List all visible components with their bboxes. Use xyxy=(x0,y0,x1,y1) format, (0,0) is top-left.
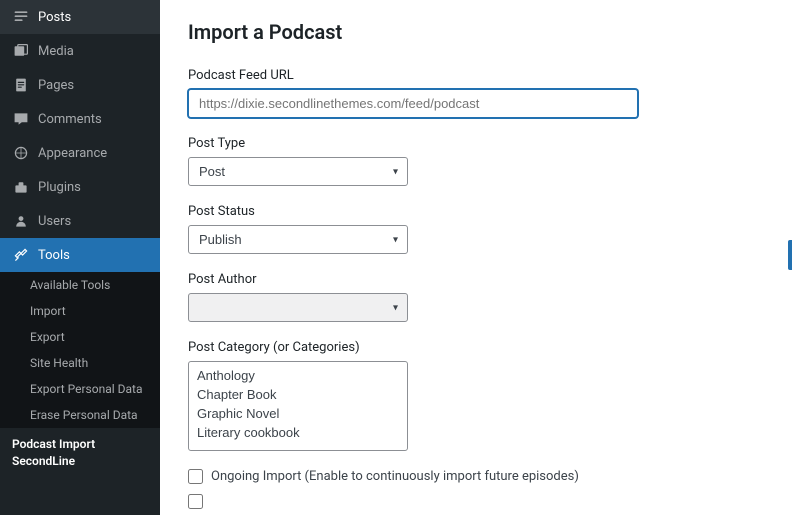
second-checkbox-row xyxy=(188,494,764,509)
submenu-available-tools[interactable]: Available Tools xyxy=(0,272,160,298)
pages-icon xyxy=(12,76,30,94)
sidebar-item-tools[interactable]: Tools xyxy=(0,238,160,272)
sidebar-item-appearance[interactable]: Appearance xyxy=(0,136,160,170)
sidebar-item-label: Tools xyxy=(38,248,70,263)
post-type-label: Post Type xyxy=(188,136,764,151)
sidebar-item-label: Media xyxy=(38,44,74,59)
post-category-label: Post Category (or Categories) xyxy=(188,340,764,355)
users-icon xyxy=(12,212,30,230)
submenu-import[interactable]: Import xyxy=(0,298,160,324)
category-graphic-novel: Graphic Novel xyxy=(189,404,407,423)
sidebar-item-label: Appearance xyxy=(38,146,107,161)
post-status-wrapper: Publish Draft Private ▾ xyxy=(188,225,408,254)
post-type-wrapper: Post Page Custom ▾ xyxy=(188,157,408,186)
sidebar-item-media[interactable]: Media xyxy=(0,34,160,68)
sidebar-item-comments[interactable]: Comments xyxy=(0,102,160,136)
post-author-group: Post Author ▾ xyxy=(188,272,764,322)
tools-submenu: Available Tools Import Export Site Healt… xyxy=(0,272,160,428)
submenu-erase-personal[interactable]: Erase Personal Data xyxy=(0,402,160,428)
post-type-group: Post Type Post Page Custom ▾ xyxy=(188,136,764,186)
ongoing-import-row: Ongoing Import (Enable to continuously i… xyxy=(188,469,764,484)
post-category-listbox[interactable]: Anthology Chapter Book Graphic Novel Lit… xyxy=(188,361,408,451)
post-type-select[interactable]: Post Page Custom xyxy=(188,157,408,186)
podcast-import-plugin[interactable]: Podcast ImportSecondLine xyxy=(0,428,160,478)
post-author-wrapper: ▾ xyxy=(188,293,408,322)
appearance-icon xyxy=(12,144,30,162)
sidebar-item-label: Users xyxy=(38,214,71,229)
sidebar-item-users[interactable]: Users xyxy=(0,204,160,238)
post-category-group: Post Category (or Categories) Anthology … xyxy=(188,340,764,451)
category-chapter-book: Chapter Book xyxy=(189,385,407,404)
sidebar-item-label: Pages xyxy=(38,78,74,93)
feed-url-group: Podcast Feed URL xyxy=(188,68,764,118)
sidebar-item-plugins[interactable]: Plugins xyxy=(0,170,160,204)
sidebar-item-posts[interactable]: Posts xyxy=(0,0,160,34)
feed-url-label: Podcast Feed URL xyxy=(188,68,764,83)
ongoing-import-label: Ongoing Import (Enable to continuously i… xyxy=(211,469,579,484)
media-icon xyxy=(12,42,30,60)
main-content: Import a Podcast Podcast Feed URL Post T… xyxy=(160,0,792,515)
tools-icon xyxy=(12,246,30,264)
sidebar-item-label: Plugins xyxy=(38,180,81,195)
post-status-select[interactable]: Publish Draft Private xyxy=(188,225,408,254)
post-author-label: Post Author xyxy=(188,272,764,287)
sidebar-item-label: Posts xyxy=(38,10,71,25)
post-status-label: Post Status xyxy=(188,204,764,219)
submenu-site-health[interactable]: Site Health xyxy=(0,350,160,376)
submenu-export[interactable]: Export xyxy=(0,324,160,350)
plugins-icon xyxy=(12,178,30,196)
category-anthology: Anthology xyxy=(189,366,407,385)
second-checkbox[interactable] xyxy=(188,494,203,509)
sidebar-item-pages[interactable]: Pages xyxy=(0,68,160,102)
feed-url-input[interactable] xyxy=(188,89,638,118)
sidebar: Posts Media Pages Comments Appearance Pl… xyxy=(0,0,160,515)
posts-icon xyxy=(12,8,30,26)
post-status-group: Post Status Publish Draft Private ▾ xyxy=(188,204,764,254)
category-literary-cookbook: Literary cookbook xyxy=(189,423,407,442)
page-title: Import a Podcast xyxy=(188,20,764,44)
sidebar-item-label: Comments xyxy=(38,112,102,127)
comments-icon xyxy=(12,110,30,128)
ongoing-import-checkbox[interactable] xyxy=(188,469,203,484)
post-author-select[interactable] xyxy=(188,293,408,322)
submenu-export-personal[interactable]: Export Personal Data xyxy=(0,376,160,402)
